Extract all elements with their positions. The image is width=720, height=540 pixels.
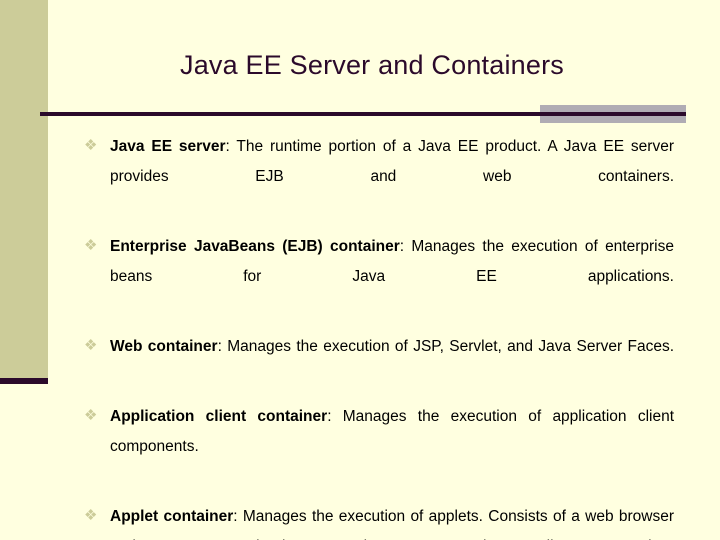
diamond-bullet-icon: ❖ — [84, 507, 98, 524]
list-item-term: Applet container — [110, 508, 234, 525]
list-item-text: Web container: Manages the execution of … — [110, 332, 674, 392]
list-item-text: Java EE server: The runtime portion of a… — [110, 132, 674, 222]
list-item-text: Applet container: Manages the execution … — [110, 502, 674, 540]
header-rule-line — [40, 112, 686, 116]
list-item: ❖ Enterprise JavaBeans (EJB) container: … — [84, 232, 674, 322]
list-item-term: Web container — [110, 338, 218, 355]
list-item: ❖ Application client container: Manages … — [84, 402, 674, 492]
list-item: ❖ Java EE server: The runtime portion of… — [84, 132, 674, 222]
list-item: ❖ Applet container: Manages the executio… — [84, 502, 674, 540]
list-item-term: Enterprise JavaBeans (EJB) container — [110, 238, 400, 255]
slide-canvas: Java EE Server and Containers ❖ Java EE … — [0, 0, 720, 540]
list-item-term: Application client container — [110, 408, 328, 425]
diamond-bullet-icon: ❖ — [84, 237, 98, 254]
diamond-bullet-icon: ❖ — [84, 337, 98, 354]
list-item-description: : Manages the execution of JSP, Servlet,… — [217, 338, 674, 355]
list-item: ❖ Web container: Manages the execution o… — [84, 332, 674, 392]
list-item-text: Application client container: Manages th… — [110, 402, 674, 492]
slide-title: Java EE Server and Containers — [180, 50, 564, 80]
diamond-bullet-icon: ❖ — [84, 137, 98, 154]
list-item-text: Enterprise JavaBeans (EJB) container: Ma… — [110, 232, 674, 322]
left-band-footer-bar — [0, 378, 48, 384]
left-decorative-band — [0, 0, 48, 378]
diamond-bullet-icon: ❖ — [84, 407, 98, 424]
bullet-list: ❖ Java EE server: The runtime portion of… — [84, 132, 674, 540]
list-item-term: Java EE server — [110, 138, 226, 155]
